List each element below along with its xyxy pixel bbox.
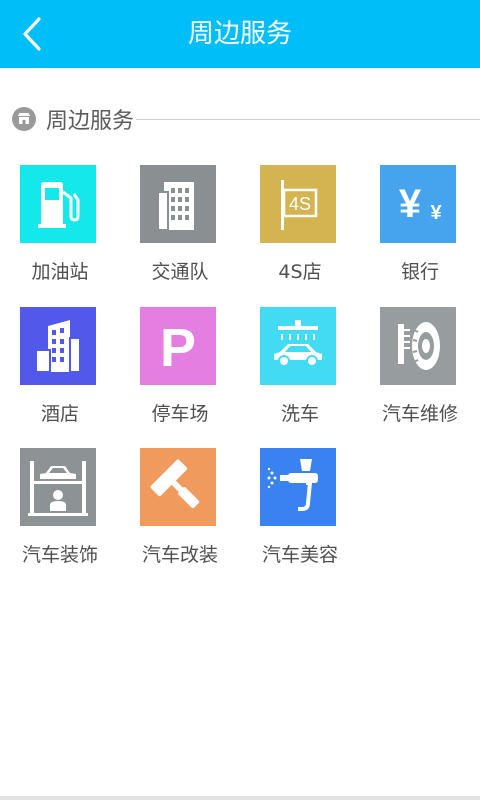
- service-label: 加油站: [31, 261, 89, 283]
- service-traffic-police[interactable]: 交通队: [120, 165, 240, 295]
- car-wash-icon: [260, 307, 336, 385]
- parking-icon: P: [140, 307, 216, 385]
- service-car-decoration[interactable]: 汽车装饰: [0, 448, 120, 578]
- service-label: 汽车维修: [381, 403, 458, 425]
- yen-icon: ¥ ¥: [380, 165, 456, 243]
- service-label: 银行: [400, 261, 439, 283]
- service-car-wash[interactable]: 洗车: [240, 307, 360, 437]
- svg-text:¥: ¥: [399, 182, 422, 226]
- 4s-sign-icon: 4S: [260, 165, 336, 243]
- spray-gun-icon: [260, 448, 336, 526]
- section-divider: [136, 118, 480, 120]
- service-label: 停车场: [151, 403, 209, 425]
- hotel-icon: [20, 307, 96, 385]
- service-gas-station[interactable]: 加油站: [0, 165, 120, 295]
- svg-text:¥: ¥: [430, 202, 442, 224]
- service-car-repair[interactable]: 汽车维修: [360, 307, 480, 437]
- svg-text:P: P: [160, 318, 196, 374]
- service-label: 洗车: [280, 403, 319, 425]
- tire-icon: [380, 307, 456, 385]
- service-hotel[interactable]: 酒店: [0, 307, 120, 437]
- app-bar: 周边服务: [0, 0, 480, 68]
- service-bank[interactable]: ¥ ¥ 银行: [360, 165, 480, 295]
- service-parking[interactable]: P 停车场: [120, 307, 240, 437]
- section-title: 周边服务: [46, 109, 135, 134]
- paint-roller-icon: [140, 448, 216, 526]
- gas-pump-icon: [20, 165, 96, 243]
- service-label: 交通队: [151, 261, 209, 283]
- service-car-modification[interactable]: 汽车改装: [120, 448, 240, 578]
- service-label: 酒店: [40, 403, 79, 425]
- service-label: 汽车装饰: [21, 544, 98, 566]
- service-4s-store[interactable]: 4S 4S店: [240, 165, 360, 295]
- bottom-divider: [0, 796, 480, 800]
- store-icon: [12, 107, 36, 131]
- car-lift-icon: [20, 448, 96, 526]
- service-label: 汽车改装: [141, 544, 218, 566]
- service-car-beauty[interactable]: 汽车美容: [240, 448, 360, 578]
- section-header: 周边服务: [12, 102, 480, 136]
- page-title: 周边服务: [187, 19, 292, 49]
- building-icon: [140, 165, 216, 243]
- service-label: 4S店: [278, 261, 322, 283]
- svg-text:4S: 4S: [289, 194, 311, 214]
- service-label: 汽车美容: [261, 544, 338, 566]
